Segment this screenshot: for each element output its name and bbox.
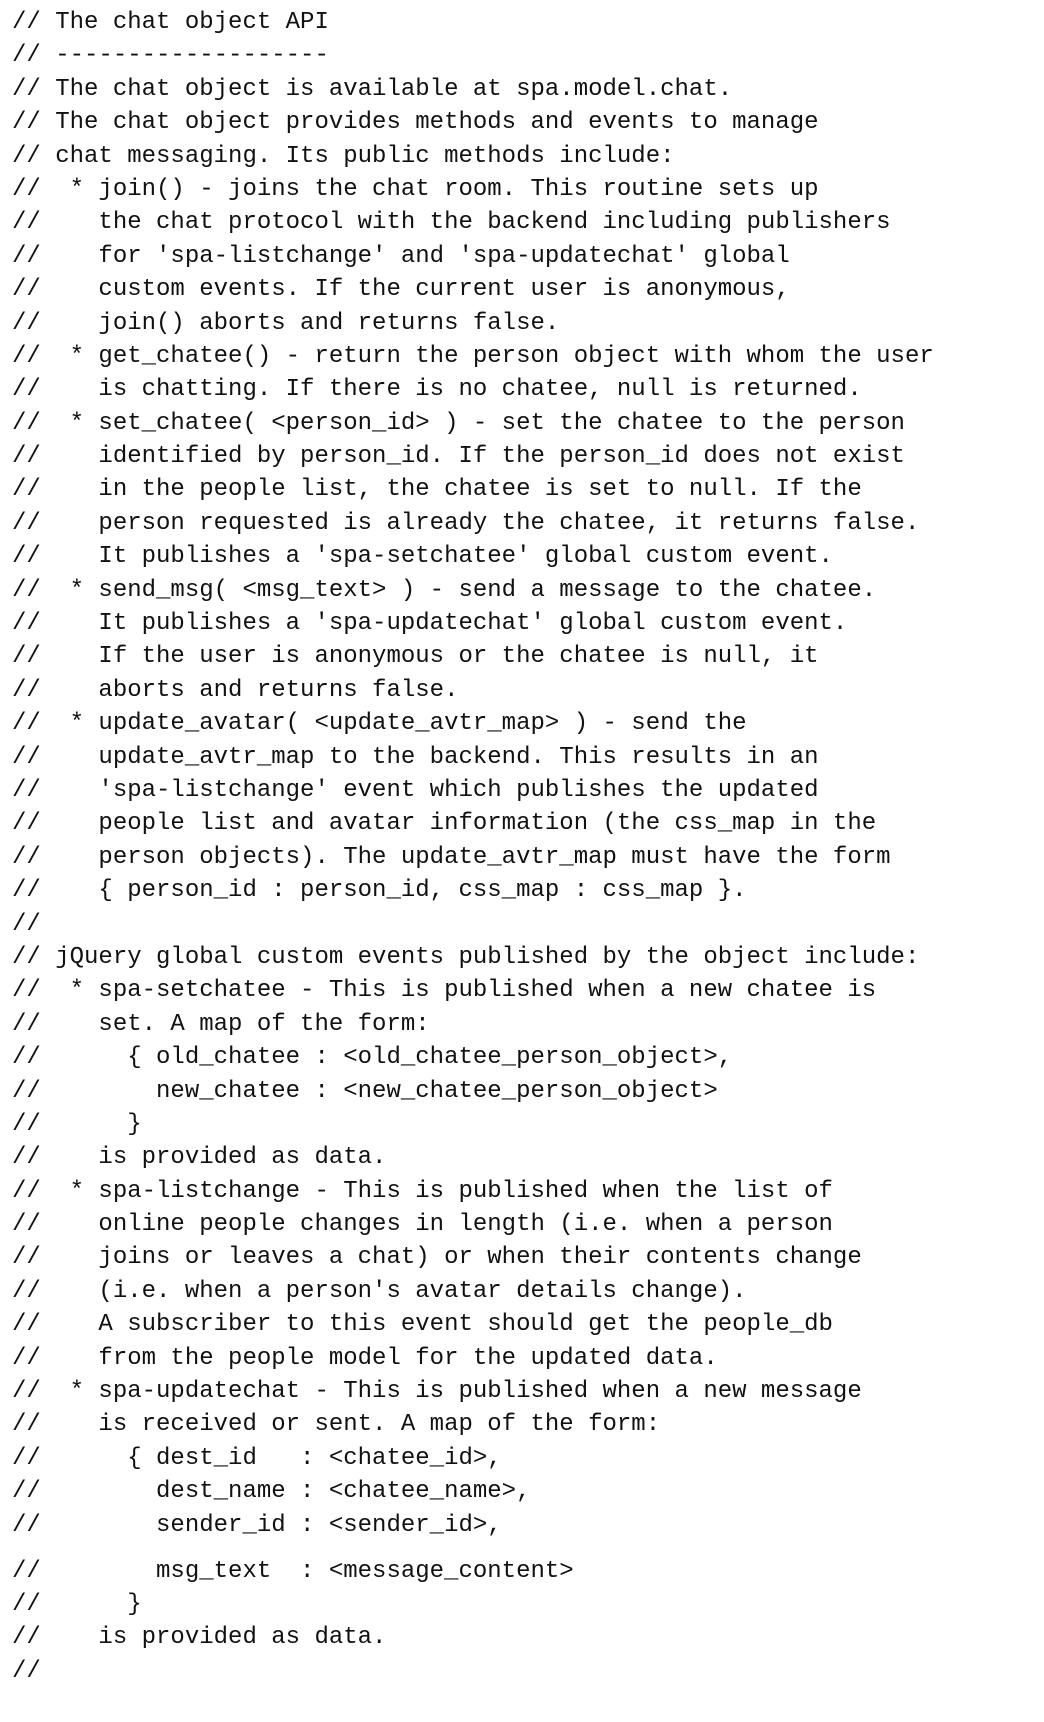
code-line: // is chatting. If there is no chatee, n… <box>12 376 862 404</box>
code-line: // joins or leaves a chat) or when their… <box>12 1244 862 1272</box>
code-line: // * send_msg( <msg_text> ) - send a mes… <box>12 576 877 604</box>
code-line: // * get_chatee() - return the person ob… <box>12 342 934 370</box>
code-line: // people list and avatar information (t… <box>12 810 877 838</box>
code-line: // is provided as data. <box>12 1624 387 1652</box>
code-line: // new_chatee : <new_chatee_person_objec… <box>12 1077 718 1105</box>
code-line: // } <box>12 1590 142 1618</box>
code-line: // set. A map of the form: <box>12 1010 430 1038</box>
code-line: // join() aborts and returns false. <box>12 309 560 337</box>
code-line: // A subscriber to this event should get… <box>12 1311 833 1339</box>
code-listing: // The chat object API // ---------------… <box>12 6 934 1688</box>
code-line: // update_avtr_map to the backend. This … <box>12 743 819 771</box>
code-line: // * spa-setchatee - This is published w… <box>12 977 877 1005</box>
code-line: // ------------------- <box>12 42 329 70</box>
code-line: // If the user is anonymous or the chate… <box>12 643 819 671</box>
code-line: // The chat object provides methods and … <box>12 109 819 137</box>
code-line: // { dest_id : <chatee_id>, <box>12 1444 502 1472</box>
code-line: // { old_chatee : <old_chatee_person_obj… <box>12 1044 733 1072</box>
code-line: // chat messaging. Its public methods in… <box>12 142 675 170</box>
code-line: // It publishes a 'spa-updatechat' globa… <box>12 610 848 638</box>
code-line: // online people changes in length (i.e.… <box>12 1211 833 1239</box>
code-line: // { person_id : person_id, css_map : cs… <box>12 877 747 905</box>
code-line: // * spa-listchange - This is published … <box>12 1177 833 1205</box>
code-line: // in the people list, the chatee is set… <box>12 476 862 504</box>
code-line: // <box>12 910 41 938</box>
code-line: // is received or sent. A map of the for… <box>12 1411 661 1439</box>
code-line: // * set_chatee( <person_id> ) - set the… <box>12 409 905 437</box>
code-line: // is provided as data. <box>12 1144 387 1172</box>
code-line: // identified by person_id. If the perso… <box>12 443 905 471</box>
code-line: // } <box>12 1110 142 1138</box>
code-line: // person objects). The update_avtr_map … <box>12 843 891 871</box>
code-line: // <box>12 1657 41 1685</box>
code-line: // * join() - joins the chat room. This … <box>12 175 819 203</box>
code-line: // jQuery global custom events published… <box>12 943 920 971</box>
code-line: // for 'spa-listchange' and 'spa-updatec… <box>12 242 790 270</box>
code-line: // * spa-updatechat - This is published … <box>12 1378 862 1406</box>
code-line: // from the people model for the updated… <box>12 1344 718 1372</box>
code-line: // * update_avatar( <update_avtr_map> ) … <box>12 710 747 738</box>
code-line: // custom events. If the current user is… <box>12 276 790 304</box>
code-line: // The chat object API <box>12 9 329 36</box>
code-line: // sender_id : <sender_id>, <box>12 1511 502 1539</box>
code-line: // The chat object is available at spa.m… <box>12 75 733 103</box>
code-line: // msg_text : <message_content> <box>12 1557 574 1585</box>
code-line: // dest_name : <chatee_name>, <box>12 1478 531 1506</box>
code-line: // person requested is already the chate… <box>12 509 920 537</box>
code-line: // the chat protocol with the backend in… <box>12 209 891 237</box>
code-line: // It publishes a 'spa-setchatee' global… <box>12 543 833 571</box>
code-line: // (i.e. when a person's avatar details … <box>12 1277 747 1305</box>
code-line: // aborts and returns false. <box>12 676 459 704</box>
code-line: // 'spa-listchange' event which publishe… <box>12 776 819 804</box>
